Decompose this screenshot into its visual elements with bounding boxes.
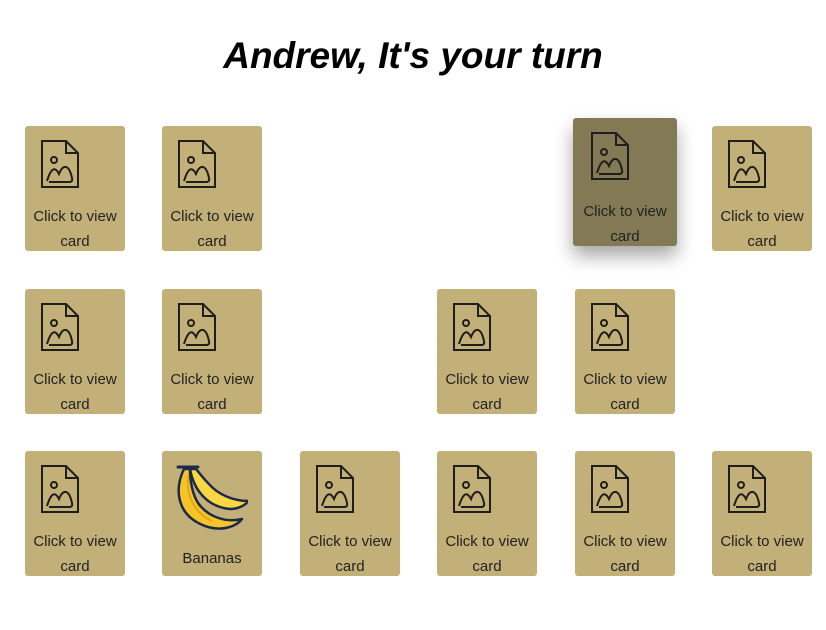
image-file-icon bbox=[728, 140, 766, 188]
card-hidden[interactable]: Click to view card bbox=[712, 451, 812, 576]
card-label: Click to view card bbox=[720, 208, 804, 250]
image-file-icon bbox=[41, 465, 79, 513]
image-file-icon bbox=[453, 303, 491, 351]
card-hidden[interactable]: Click to view card bbox=[300, 451, 400, 576]
card-hidden[interactable]: Click to view card bbox=[575, 451, 675, 576]
card-label: Click to view card bbox=[583, 533, 667, 575]
image-file-icon bbox=[453, 465, 491, 513]
image-file-icon bbox=[591, 465, 629, 513]
card-label: Click to view card bbox=[445, 533, 529, 575]
image-file-icon bbox=[591, 132, 629, 180]
card-label: Click to view card bbox=[33, 371, 117, 413]
card-hidden[interactable]: Click to view card bbox=[162, 289, 262, 414]
card-board: Click to view card Click to view card Cl… bbox=[0, 0, 826, 630]
image-file-icon bbox=[178, 140, 216, 188]
image-file-icon bbox=[41, 303, 79, 351]
card-hidden-hovered[interactable]: Click to view card bbox=[573, 118, 677, 246]
card-hidden[interactable]: Click to view card bbox=[25, 126, 125, 251]
card-label: Click to view card bbox=[170, 208, 254, 250]
card-label: Click to view card bbox=[170, 371, 254, 413]
card-hidden[interactable]: Click to view card bbox=[25, 289, 125, 414]
card-label: Click to view card bbox=[720, 533, 804, 575]
card-label: Click to view card bbox=[583, 203, 667, 245]
card-hidden[interactable]: Click to view card bbox=[437, 451, 537, 576]
card-hidden[interactable]: Click to view card bbox=[25, 451, 125, 576]
image-file-icon bbox=[178, 303, 216, 351]
card-label: Bananas bbox=[182, 550, 242, 567]
card-hidden[interactable]: Click to view card bbox=[162, 126, 262, 251]
card-revealed-bananas[interactable]: Bananas bbox=[162, 451, 262, 576]
image-file-icon bbox=[316, 465, 354, 513]
card-hidden[interactable]: Click to view card bbox=[437, 289, 537, 414]
image-file-icon bbox=[41, 140, 79, 188]
image-file-icon bbox=[728, 465, 766, 513]
card-label: Click to view card bbox=[308, 533, 392, 575]
image-file-icon bbox=[591, 303, 629, 351]
card-label: Click to view card bbox=[445, 371, 529, 413]
card-label: Click to view card bbox=[583, 371, 667, 413]
card-hidden[interactable]: Click to view card bbox=[575, 289, 675, 414]
card-label: Click to view card bbox=[33, 208, 117, 250]
banana-icon bbox=[176, 465, 248, 530]
card-hidden[interactable]: Click to view card bbox=[712, 126, 812, 251]
card-label: Click to view card bbox=[33, 533, 117, 575]
